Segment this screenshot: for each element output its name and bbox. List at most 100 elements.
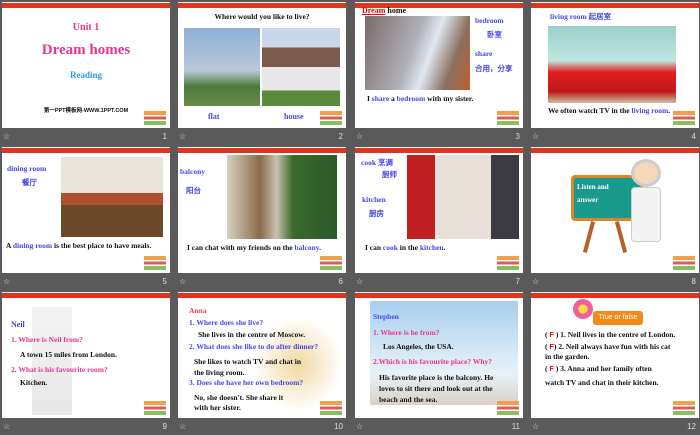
text-segment <box>614 221 628 253</box>
title-home: home <box>387 6 407 15</box>
slide-thumbnail-5[interactable]: dining room 餐厅 A dining room is the best… <box>2 147 170 273</box>
answer: She likes to watch TV and chat in <box>194 357 302 366</box>
vocab-translation: 餐厅 <box>22 178 37 187</box>
statement: 1. Neil lives in the centre of London. <box>560 330 676 339</box>
vocab-word: cook 烹调 <box>361 158 393 167</box>
text-segment <box>631 187 661 242</box>
text-segment: share <box>371 94 390 103</box>
sentence: A dining room is the best place to have … <box>6 241 151 250</box>
slide-title: living room 起居室 <box>550 12 612 21</box>
vocab-word: dining room <box>7 164 47 173</box>
slide-thumbnail-4[interactable]: living room 起居室 We often watch TV in the… <box>531 2 699 128</box>
text-segment: . <box>443 243 446 252</box>
slide-number: 4 <box>691 132 696 141</box>
slide-title: Unit 1 <box>72 22 100 33</box>
person-name: Anna <box>189 306 207 315</box>
statement: watch TV and chat in their kitchen. <box>545 378 659 387</box>
slide-number: 8 <box>691 277 696 286</box>
slide-number: 7 <box>515 277 520 286</box>
star-icon[interactable]: ☆ <box>356 277 363 286</box>
logo-icon <box>320 401 342 415</box>
slide-thumbnail-12[interactable]: True or false ( F ) 1. Neil lives in the… <box>531 292 699 418</box>
star-icon[interactable]: ☆ <box>179 277 186 286</box>
star-icon[interactable]: ☆ <box>3 277 10 286</box>
true-or-false-banner: True or false <box>593 311 643 325</box>
text-segment: F <box>549 364 554 373</box>
slide-number: 11 <box>511 422 520 431</box>
text-segment: ☆ 11 <box>355 421 523 435</box>
text-segment: ☆ 2 <box>178 131 346 145</box>
text-segment: ( F ) 1. Neil lives in the centre of Lon… <box>545 330 676 339</box>
text-segment: ☆ 12 <box>531 421 699 435</box>
text-segment: a <box>389 94 397 103</box>
person-name: Stephen <box>373 312 399 321</box>
star-icon[interactable]: ☆ <box>532 277 539 286</box>
answer: She lives in the centre of Moscow. <box>198 330 306 339</box>
text-segment: cook <box>382 243 398 252</box>
slide-number: 9 <box>162 422 167 431</box>
person-name: Neil <box>11 320 25 329</box>
logo-icon <box>673 256 695 270</box>
star-icon[interactable]: ☆ <box>356 422 363 431</box>
star-icon[interactable]: ☆ <box>532 132 539 141</box>
board-text: answer <box>577 196 599 204</box>
board-text: Listen and <box>577 183 609 191</box>
kitchen-image <box>407 155 519 239</box>
text-segment: ☆ 3 <box>355 131 523 145</box>
star-icon[interactable]: ☆ <box>356 132 363 141</box>
text-segment: ☆ 6 <box>178 276 346 290</box>
slide-thumbnail-3[interactable]: Dream home bedroom 卧室 share 合用，分享 I shar… <box>355 2 523 128</box>
slide-thumbnail-9[interactable]: Neil 1. Where is Neil from? A town 15 mi… <box>2 292 170 418</box>
slide-thumbnail-10[interactable]: Anna 1. Where does she live? She lives i… <box>178 292 346 418</box>
sentence: I can chat with my friends on the balcon… <box>187 243 321 252</box>
answer: A town 15 miles from London. <box>20 350 117 359</box>
text-segment: ☆ 8 <box>531 276 699 290</box>
question: 1. Where is Neil from? <box>11 335 83 344</box>
star-icon[interactable]: ☆ <box>179 132 186 141</box>
slide-thumbnail-7[interactable]: cook 烹调 厨师 kitchen 厨房 I can cook in the … <box>355 147 523 273</box>
logo-icon <box>144 111 166 125</box>
slide-thumbnail-2[interactable]: Where would you like to live? flat house <box>178 2 346 128</box>
text-segment: ☆ 9 <box>2 421 170 435</box>
teacher-illustration <box>631 159 661 187</box>
text-segment: F <box>549 330 554 339</box>
sentence: I can cook in the kitchen. <box>365 243 445 252</box>
vocab-translation: 厨师 <box>382 170 397 179</box>
slide-subtitle: Dream homes <box>41 42 131 58</box>
vocab-word: bedroom <box>475 16 504 25</box>
slide-thumbnail-1[interactable]: Unit 1 Dream homes Reading 第一PPT模板网-WWW.… <box>2 2 170 128</box>
star-icon[interactable]: ☆ <box>532 422 539 431</box>
text-segment <box>582 221 596 253</box>
text-segment: is the best place to have meals. <box>52 241 152 250</box>
label-house: house <box>284 112 304 121</box>
star-icon[interactable]: ☆ <box>179 422 186 431</box>
text-segment: balcony <box>294 243 320 252</box>
logo-icon <box>144 401 166 415</box>
slide-number: 10 <box>334 422 343 431</box>
slide-thumbnail-11[interactable]: Stephen 1. Where is he from? Los Angeles… <box>355 292 523 418</box>
answer: Los Angeles, the USA. <box>383 342 454 351</box>
star-icon[interactable]: ☆ <box>3 132 10 141</box>
text-segment: ☆ 1 <box>2 131 170 145</box>
logo-icon <box>320 111 342 125</box>
text-segment: kitchen <box>419 243 444 252</box>
text-segment: I can chat with my friends on the <box>187 243 295 252</box>
answer: Kitchen. <box>20 378 48 387</box>
dining-room-image <box>61 157 163 237</box>
slide-thumbnail-6[interactable]: balcony 阳台 I can chat with my friends on… <box>178 147 346 273</box>
logo-icon <box>673 401 695 415</box>
logo-icon <box>497 256 519 270</box>
answer: beach and the sea. <box>379 395 438 404</box>
star-icon[interactable]: ☆ <box>3 422 10 431</box>
slide-thumbnail-8[interactable]: Listen and answer <box>531 147 699 273</box>
answer: the living room. <box>194 368 245 377</box>
question: 1. Where does she live? <box>189 318 264 327</box>
text-segment: in the <box>397 243 420 252</box>
answer: No, she doesn't. She share it <box>194 393 284 402</box>
text-segment: I can <box>365 243 383 252</box>
house-image <box>262 28 340 106</box>
text-segment: dining room <box>12 241 53 250</box>
flat-image <box>184 28 260 106</box>
living-room-image <box>548 26 676 103</box>
text-segment: ( F) 2. Neil always have fun with his ca… <box>545 342 671 351</box>
